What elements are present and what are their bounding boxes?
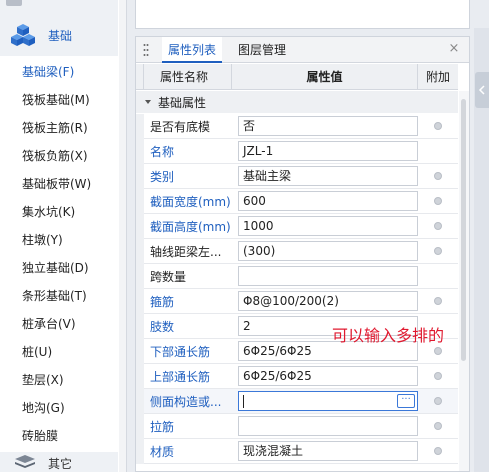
circle-dot-icon[interactable]: [434, 397, 442, 405]
table-row: 拉筋: [136, 413, 458, 439]
table-row: 轴线距梁左... (300): [136, 238, 458, 264]
property-name: 是否有底模: [150, 119, 211, 134]
tree-item-raft-main-rebar[interactable]: 筏板主筋(R): [0, 114, 118, 142]
circle-dot-icon[interactable]: [434, 422, 442, 430]
tree-item-pile-cap[interactable]: 桩承台(V): [0, 310, 118, 338]
property-name: 下部通长筋: [150, 344, 211, 359]
properties-tab-bar: 属性列表 图层管理 ×: [136, 37, 469, 63]
properties-panel: 属性列表 图层管理 × 属性名称 属性值 附加 基础属性 是否有底模 否 名称 …: [135, 36, 470, 472]
upper-empty-panel: [135, 0, 470, 29]
tree-item-foundation-beam[interactable]: 基础梁(F): [0, 58, 118, 86]
group-header-foundation[interactable]: 基础: [0, 14, 118, 56]
property-value-input[interactable]: [238, 416, 418, 436]
table-row: 类别 基础主梁: [136, 163, 458, 189]
tree-item-sump-pit[interactable]: 集水坑(K): [0, 198, 118, 226]
tree-item-brick-mold[interactable]: 砖胎膜: [0, 422, 118, 450]
property-name: 轴线距梁左...: [150, 244, 222, 259]
circle-dot-icon[interactable]: [434, 247, 442, 255]
property-value-input[interactable]: [238, 266, 418, 286]
property-name: 类别: [150, 169, 175, 184]
circle-dot-icon[interactable]: [434, 447, 442, 455]
property-name: 侧面构造或...: [150, 394, 222, 409]
header-property-value: 属性值: [232, 64, 418, 90]
property-value-input[interactable]: 否: [238, 116, 418, 136]
previous-group-icon: [6, 0, 22, 6]
header-gutter: [136, 64, 144, 90]
circle-dot-icon[interactable]: [434, 297, 442, 305]
previous-group-strip: [0, 0, 118, 14]
group-header-label: 基础: [48, 28, 73, 43]
property-name: 拉筋: [150, 419, 175, 434]
grip-dots-icon[interactable]: [143, 43, 149, 57]
property-value-input[interactable]: Φ8@100/200(2): [238, 291, 418, 311]
section-label: 基础属性: [158, 95, 207, 110]
left-scrollbar[interactable]: [119, 0, 126, 472]
property-value-input[interactable]: 1000: [238, 216, 418, 236]
table-row: 材质 现浇混凝土: [136, 438, 458, 464]
tab-layer-management[interactable]: 图层管理: [232, 37, 292, 63]
circle-dot-icon[interactable]: [434, 122, 442, 130]
property-name: 肢数: [150, 319, 175, 334]
circle-dot-icon[interactable]: [434, 372, 442, 380]
table-row: 名称 JZL-1: [136, 138, 458, 164]
property-value-input-active[interactable]: ···: [238, 391, 418, 411]
property-value-input[interactable]: (300): [238, 241, 418, 261]
component-list: 基础梁(F) 筏板基础(M) 筏板主筋(R) 筏板负筋(X) 基础板带(W) 集…: [0, 58, 118, 450]
collapse-button[interactable]: [475, 72, 489, 108]
circle-dot-icon[interactable]: [434, 347, 442, 355]
table-row: 截面宽度(mm) 600: [136, 188, 458, 214]
group-header-other[interactable]: 其它: [0, 452, 118, 472]
triangle-down-icon: [145, 100, 151, 104]
ellipsis-button-icon[interactable]: ···: [397, 394, 415, 408]
property-name: 材质: [150, 444, 175, 459]
close-icon[interactable]: ×: [447, 41, 461, 57]
group-header-other-label: 其它: [48, 456, 73, 471]
property-value-input[interactable]: 6Φ25/6Φ25: [238, 366, 418, 386]
tree-item-cushion[interactable]: 垫层(X): [0, 366, 118, 394]
handwritten-annotation: 可以输入多排的: [332, 326, 445, 345]
property-value-input[interactable]: 600: [238, 191, 418, 211]
circle-dot-icon[interactable]: [434, 197, 442, 205]
property-value-input[interactable]: JZL-1: [238, 141, 418, 161]
header-property-name: 属性名称: [144, 64, 232, 90]
scrollbar-thumb[interactable]: [461, 99, 466, 361]
property-name: 截面宽度(mm): [150, 194, 231, 209]
chevron-left-icon: [478, 85, 485, 95]
tree-item-foundation-strip-slab[interactable]: 基础板带(W): [0, 170, 118, 198]
tree-item-raft-negative-rebar[interactable]: 筏板负筋(X): [0, 142, 118, 170]
stacked-cubes-icon: [11, 24, 35, 46]
text-caret: [243, 395, 244, 408]
tree-item-column-pier[interactable]: 柱墩(Y): [0, 226, 118, 254]
layers-icon: [15, 455, 35, 468]
property-table-header: 属性名称 属性值 附加: [136, 64, 458, 90]
table-row: 是否有底模 否: [136, 113, 458, 139]
property-rows: 是否有底模 否 名称 JZL-1 类别 基础主梁 截面宽度(mm) 600 截面…: [136, 113, 458, 464]
circle-dot-icon[interactable]: [434, 222, 442, 230]
property-value-input[interactable]: 基础主梁: [238, 166, 418, 186]
section-foundation-properties[interactable]: 基础属性: [136, 91, 458, 113]
table-row: 截面高度(mm) 1000: [136, 213, 458, 239]
property-name: 截面高度(mm): [150, 219, 231, 234]
tree-item-isolated-footing[interactable]: 独立基础(D): [0, 254, 118, 282]
tree-item-raft-foundation[interactable]: 筏板基础(M): [0, 86, 118, 114]
property-name: 箍筋: [150, 294, 175, 309]
tree-item-pile[interactable]: 桩(U): [0, 338, 118, 366]
component-tree-panel: 基础 基础梁(F) 筏板基础(M) 筏板主筋(R) 筏板负筋(X) 基础板带(W…: [0, 0, 127, 472]
properties-scrollbar[interactable]: [459, 91, 469, 471]
property-value-input[interactable]: 现浇混凝土: [238, 441, 418, 461]
table-row: 上部通长筋 6Φ25/6Φ25: [136, 363, 458, 389]
property-name: 跨数量: [150, 269, 187, 284]
property-name: 上部通长筋: [150, 369, 211, 384]
table-row: 箍筋 Φ8@100/200(2): [136, 288, 458, 314]
tab-property-list[interactable]: 属性列表: [162, 37, 223, 63]
header-attach: 附加: [425, 70, 450, 84]
property-name: 名称: [150, 144, 175, 159]
table-row: 跨数量: [136, 263, 458, 289]
circle-dot-icon[interactable]: [434, 172, 442, 180]
tree-item-strip-footing[interactable]: 条形基础(T): [0, 282, 118, 310]
tree-item-trench[interactable]: 地沟(G): [0, 394, 118, 422]
table-row: 侧面构造或... ···: [136, 388, 458, 414]
